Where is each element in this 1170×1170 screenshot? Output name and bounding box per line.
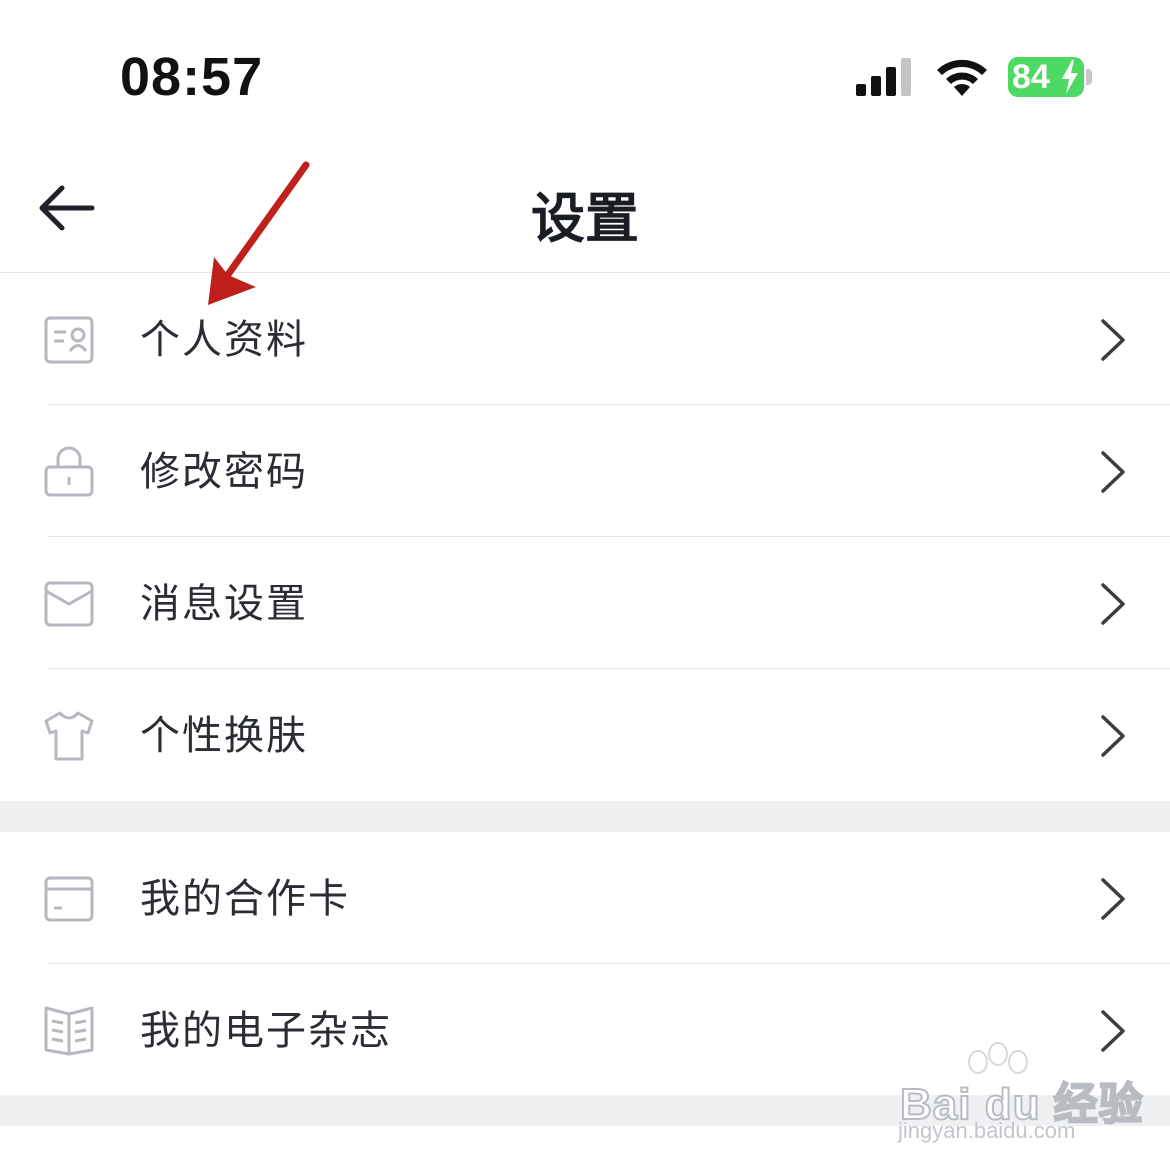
settings-group-account: 个人资料 修改密码 消息设置 个性换肤 xyxy=(0,273,1170,801)
status-bar: 08:57 84 xyxy=(0,0,1170,150)
card-icon xyxy=(44,876,94,922)
chevron-right-icon xyxy=(1101,451,1125,493)
wifi-icon xyxy=(937,59,987,96)
settings-row-label: 修改密码 xyxy=(140,449,308,495)
settings-row-label: 个性换肤 xyxy=(140,713,308,759)
settings-row-label: 个人资料 xyxy=(140,317,308,363)
page-title: 设置 xyxy=(531,187,639,250)
settings-row-label: 我的合作卡 xyxy=(140,876,350,922)
lock-icon xyxy=(44,446,94,497)
battery-charging-icon xyxy=(1062,60,1078,94)
settings-row-cooperation-card[interactable]: 我的合作卡 xyxy=(0,832,1170,964)
battery-cap xyxy=(1086,69,1092,85)
chevron-right-icon xyxy=(1101,715,1125,757)
section-separator xyxy=(0,801,1170,832)
id-card-icon xyxy=(44,316,94,364)
battery-level: 84 xyxy=(1012,58,1050,96)
settings-row-messages[interactable]: 消息设置 xyxy=(0,537,1170,669)
red-arrow-annotation xyxy=(208,161,310,305)
settings-row-label: 我的电子杂志 xyxy=(140,1008,392,1054)
settings-row-label: 消息设置 xyxy=(140,581,308,627)
settings-row-password[interactable]: 修改密码 xyxy=(0,405,1170,537)
nav-bar: 设置 xyxy=(0,150,1170,273)
chevron-right-icon xyxy=(1101,878,1125,920)
signal-icon xyxy=(856,58,911,96)
chevron-right-icon xyxy=(1101,583,1125,625)
settings-row-profile[interactable]: 个人资料 xyxy=(0,273,1170,405)
settings-row-skin[interactable]: 个性换肤 xyxy=(0,669,1170,801)
envelope-icon xyxy=(44,581,94,627)
watermark-url: jingyan.baidu.com xyxy=(898,1118,1076,1143)
settings-screen: 08:57 84 设置 个人资料 修改密码 消息设置 个性换肤 我的合作卡 我的… xyxy=(0,0,1170,1170)
chevron-right-icon xyxy=(1101,319,1125,361)
status-time: 08:57 xyxy=(120,47,264,107)
magazine-icon xyxy=(44,1006,94,1056)
tshirt-icon xyxy=(44,711,94,761)
